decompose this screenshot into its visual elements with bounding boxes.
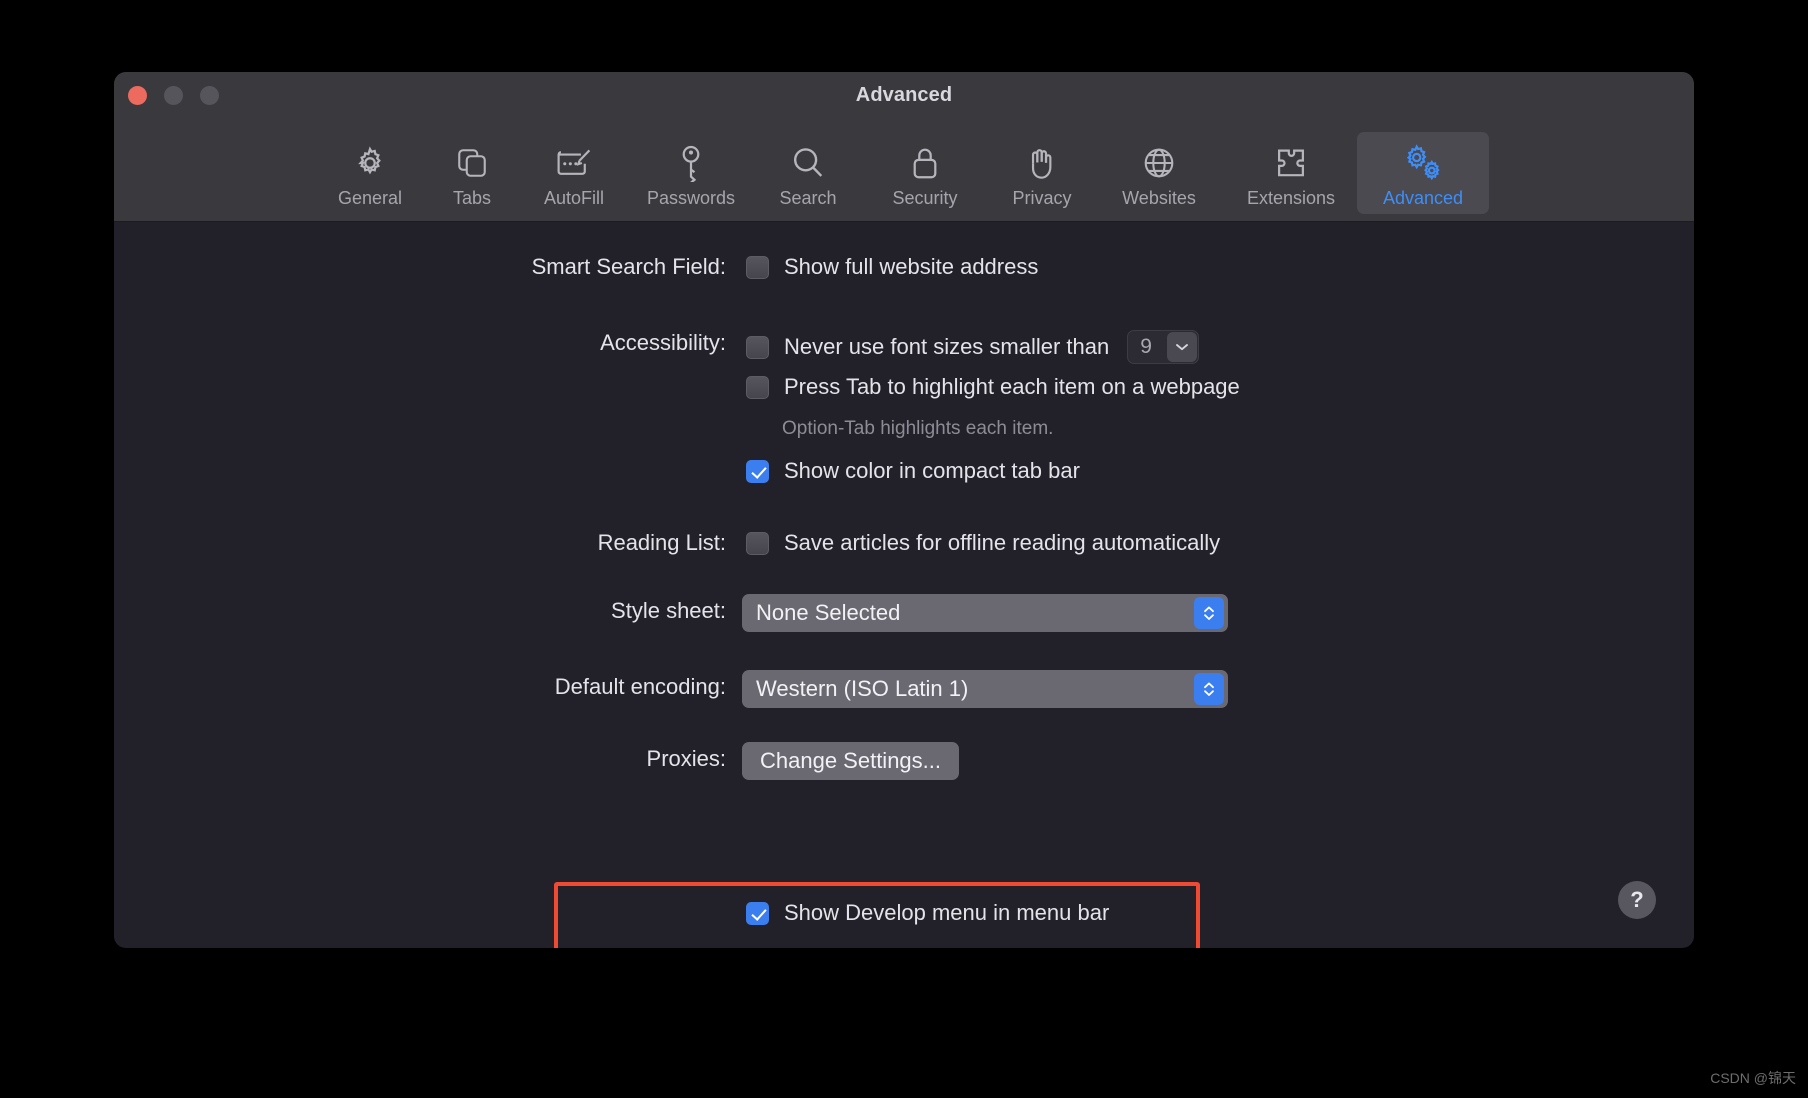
- min-font-size-combo[interactable]: 9: [1127, 330, 1200, 364]
- offline-reading-label: Save articles for offline reading automa…: [784, 530, 1221, 555]
- autofill-icon: [554, 142, 594, 184]
- style-sheet-label: Style sheet:: [611, 598, 726, 623]
- default-encoding-label-wrap: Default encoding:: [114, 674, 726, 700]
- offline-reading-checkbox[interactable]: [746, 531, 769, 555]
- accessibility-label-wrap: Accessibility:: [114, 330, 726, 356]
- preferences-toolbar: General Tabs AutoFill Passwords Search S…: [114, 130, 1694, 222]
- proxies-label: Proxies:: [646, 746, 726, 771]
- gear-icon: [351, 142, 389, 184]
- change-settings-button[interactable]: Change Settings...: [742, 742, 960, 780]
- default-encoding-row[interactable]: Western (ISO Latin 1): [742, 670, 1228, 708]
- style-sheet-popup[interactable]: None Selected: [742, 594, 1228, 632]
- tab-passwords[interactable]: Passwords: [625, 132, 757, 214]
- default-encoding-value: Western (ISO Latin 1): [756, 676, 969, 701]
- default-encoding-label: Default encoding:: [554, 674, 726, 699]
- chevron-updown-icon[interactable]: [1194, 597, 1224, 629]
- proxies-label-wrap: Proxies:: [114, 746, 726, 772]
- tab-label: Tabs: [452, 188, 492, 208]
- key-icon: [674, 142, 708, 184]
- title-bar: Advanced: [114, 72, 1694, 130]
- smart-search-label-wrap: Smart Search Field:: [114, 254, 726, 280]
- tab-general[interactable]: General: [319, 132, 421, 214]
- puzzle-icon: [1272, 142, 1310, 184]
- gears-icon: [1401, 142, 1445, 184]
- develop-menu-row[interactable]: Show Develop menu in menu bar: [746, 900, 1109, 926]
- tab-label: Extensions: [1246, 188, 1336, 208]
- tab-autofill[interactable]: AutoFill: [523, 132, 625, 214]
- tab-highlight-hint-row: Option-Tab highlights each item.: [782, 418, 1053, 440]
- tabs-icon: [454, 142, 490, 184]
- tab-privacy[interactable]: Privacy: [991, 132, 1093, 214]
- proxies-row[interactable]: Change Settings...: [742, 742, 960, 780]
- default-encoding-popup[interactable]: Western (ISO Latin 1): [742, 670, 1228, 708]
- smart-search-row[interactable]: Show full website address: [746, 254, 1038, 280]
- screenshot-root: Advanced General Tabs AutoFill Passwords…: [0, 0, 1808, 1098]
- show-full-address-label: Show full website address: [784, 254, 1039, 279]
- min-font-size-checkbox[interactable]: [746, 335, 769, 359]
- reading-list-label: Reading List:: [597, 530, 726, 555]
- tab-extensions[interactable]: Extensions: [1225, 132, 1357, 214]
- tab-highlight-row[interactable]: Press Tab to highlight each item on a we…: [746, 374, 1240, 400]
- tab-label: Advanced: [1382, 188, 1464, 208]
- min-font-size-label: Never use font sizes smaller than: [784, 334, 1110, 359]
- tab-label: General: [337, 188, 403, 208]
- tab-search[interactable]: Search: [757, 132, 859, 214]
- globe-icon: [1140, 142, 1178, 184]
- smart-search-label: Smart Search Field:: [531, 254, 726, 279]
- preferences-content: Smart Search Field: Show full website ad…: [114, 222, 1694, 948]
- font-size-row[interactable]: Never use font sizes smaller than 9: [746, 330, 1200, 364]
- search-icon: [789, 142, 827, 184]
- tab-label: Search: [779, 188, 837, 208]
- style-sheet-value: None Selected: [756, 600, 901, 625]
- tab-label: Passwords: [646, 188, 736, 208]
- tab-highlight-label: Press Tab to highlight each item on a we…: [784, 374, 1240, 399]
- show-full-address-checkbox[interactable]: [746, 255, 769, 279]
- tab-advanced[interactable]: Advanced: [1357, 132, 1489, 214]
- style-sheet-label-wrap: Style sheet:: [114, 598, 726, 624]
- chevron-down-icon[interactable]: [1167, 332, 1198, 362]
- style-sheet-row[interactable]: None Selected: [742, 594, 1228, 632]
- compact-tab-row[interactable]: Show color in compact tab bar: [746, 458, 1080, 484]
- safari-preferences-window: Advanced General Tabs AutoFill Passwords…: [114, 72, 1694, 948]
- tab-tabs[interactable]: Tabs: [421, 132, 523, 214]
- tab-label: Privacy: [1012, 188, 1072, 208]
- help-button[interactable]: ?: [1618, 881, 1656, 919]
- chevron-updown-icon[interactable]: [1194, 673, 1224, 705]
- compact-tab-color-checkbox[interactable]: [746, 459, 769, 483]
- watermark: CSDN @锦天: [1710, 1070, 1796, 1086]
- tab-websites[interactable]: Websites: [1093, 132, 1225, 214]
- tab-security[interactable]: Security: [859, 132, 991, 214]
- tab-highlight-hint: Option-Tab highlights each item.: [782, 418, 1054, 439]
- compact-tab-color-label: Show color in compact tab bar: [784, 458, 1080, 483]
- tab-highlight-checkbox[interactable]: [746, 375, 769, 399]
- min-font-size-value: 9: [1140, 335, 1152, 358]
- show-develop-menu-label: Show Develop menu in menu bar: [784, 900, 1110, 925]
- tab-label: Security: [892, 188, 958, 208]
- show-develop-menu-checkbox[interactable]: [746, 901, 769, 925]
- reading-list-row[interactable]: Save articles for offline reading automa…: [746, 530, 1220, 556]
- tab-label: Websites: [1122, 188, 1196, 208]
- window-title: Advanced: [855, 84, 953, 106]
- tab-label: AutoFill: [543, 188, 605, 208]
- accessibility-label: Accessibility:: [600, 330, 726, 355]
- hand-icon: [1025, 142, 1059, 184]
- lock-icon: [909, 142, 941, 184]
- reading-list-label-wrap: Reading List:: [114, 530, 726, 556]
